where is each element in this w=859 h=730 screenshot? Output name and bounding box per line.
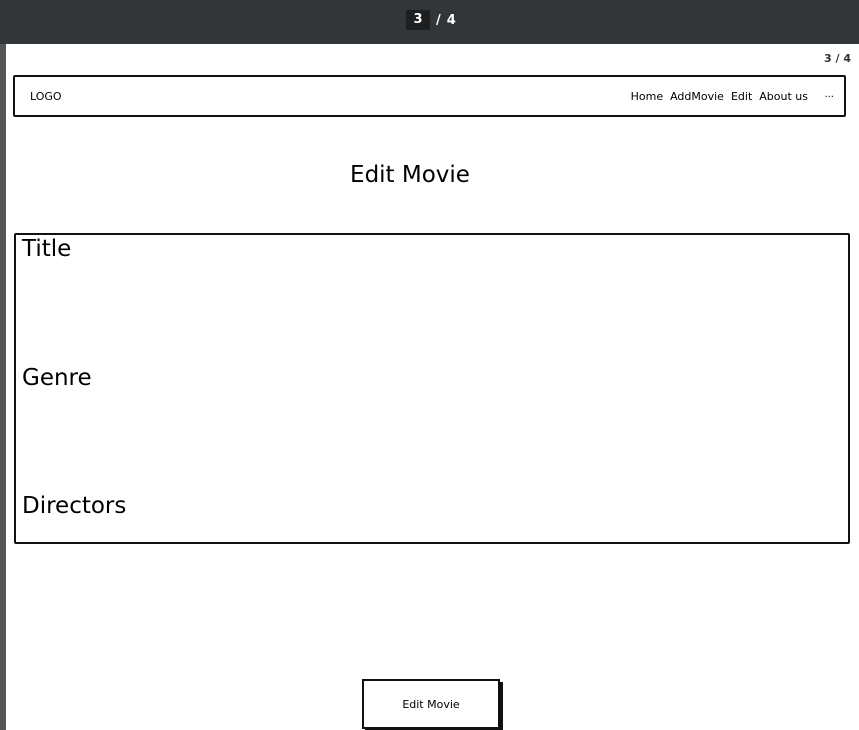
nav-more-menu[interactable]: ... (824, 89, 834, 100)
logo: LOGO (30, 90, 62, 103)
page-counter: 3 / 4 (406, 10, 456, 30)
edit-movie-button[interactable]: Edit Movie (362, 679, 500, 729)
nav-link-home[interactable]: Home (631, 90, 663, 103)
movie-form: Title Genre Directors (14, 233, 850, 544)
wireframe-navbar: LOGO Home AddMovie Edit About us ... (13, 75, 846, 117)
document-page: 3 / 4 LOGO Home AddMovie Edit About us .… (6, 44, 859, 730)
title-field-label: Title (22, 236, 72, 262)
page-separator: / (436, 12, 441, 28)
nav-link-edit[interactable]: Edit (731, 90, 752, 103)
nav-links: Home AddMovie Edit About us (631, 90, 808, 103)
pdf-viewer-toolbar: 3 / 4 (0, 0, 859, 44)
page-title: Edit Movie (350, 162, 470, 188)
total-pages: 4 (446, 12, 456, 28)
directors-field-label: Directors (22, 493, 127, 519)
page-index: 3 / 4 (824, 52, 851, 65)
current-page-input[interactable]: 3 (406, 10, 430, 30)
genre-field-label: Genre (22, 365, 92, 391)
nav-link-about-us[interactable]: About us (759, 90, 808, 103)
nav-link-addmovie[interactable]: AddMovie (670, 90, 724, 103)
